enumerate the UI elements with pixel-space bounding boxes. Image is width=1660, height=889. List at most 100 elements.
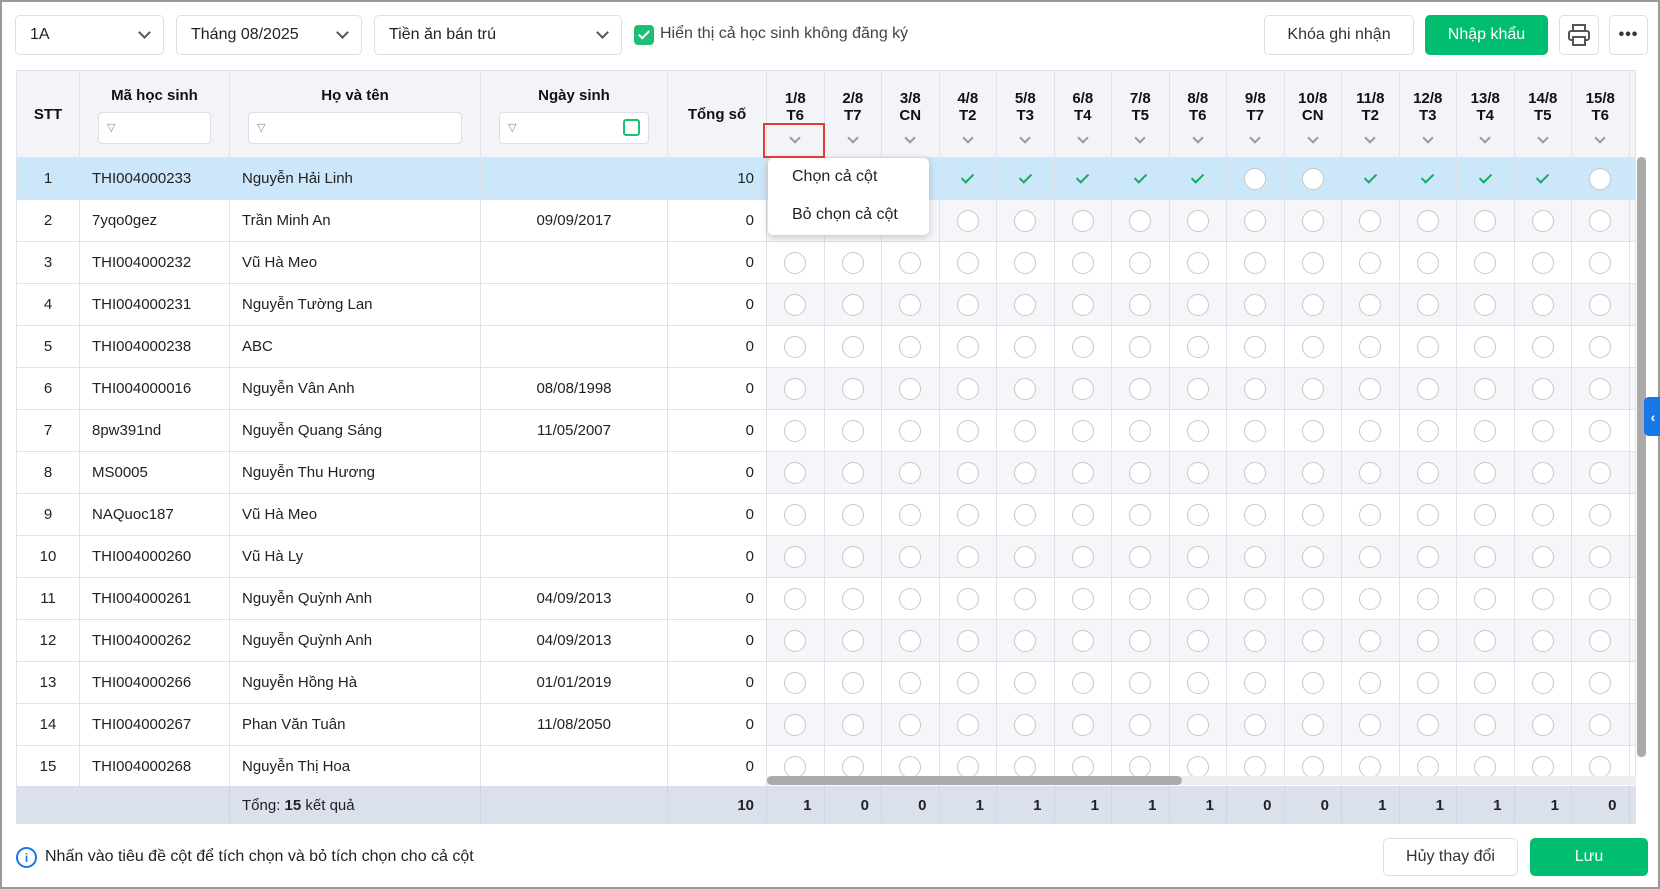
day-cell[interactable] bbox=[997, 368, 1055, 410]
day-cell[interactable] bbox=[1112, 662, 1170, 704]
empty-circle-icon[interactable] bbox=[1474, 209, 1497, 232]
empty-circle-icon[interactable] bbox=[899, 587, 922, 610]
day-cell[interactable] bbox=[882, 578, 940, 620]
empty-circle-icon[interactable] bbox=[1589, 419, 1612, 442]
empty-circle-icon[interactable] bbox=[1014, 629, 1037, 652]
day-cell[interactable] bbox=[1514, 620, 1572, 662]
horizontal-scrollbar[interactable] bbox=[767, 776, 1636, 785]
day-cell[interactable] bbox=[1514, 326, 1572, 368]
day-cell[interactable] bbox=[1629, 200, 1635, 242]
empty-circle-icon[interactable] bbox=[784, 671, 807, 694]
empty-circle-icon[interactable] bbox=[1071, 293, 1094, 316]
empty-circle-icon[interactable] bbox=[784, 335, 807, 358]
empty-circle-icon[interactable] bbox=[1014, 293, 1037, 316]
day-header[interactable]: 6/8 T4 bbox=[1054, 71, 1112, 158]
day-cell[interactable] bbox=[1112, 368, 1170, 410]
day-cell[interactable] bbox=[824, 620, 882, 662]
empty-circle-icon[interactable] bbox=[956, 461, 979, 484]
day-cell[interactable] bbox=[1629, 368, 1635, 410]
empty-circle-icon[interactable] bbox=[1474, 503, 1497, 526]
scroll-thumb[interactable] bbox=[767, 776, 1182, 785]
day-cell[interactable] bbox=[1399, 242, 1457, 284]
day-cell[interactable] bbox=[1227, 242, 1285, 284]
empty-circle-icon[interactable] bbox=[841, 587, 864, 610]
empty-circle-icon[interactable] bbox=[956, 209, 979, 232]
day-cell[interactable] bbox=[1457, 536, 1515, 578]
empty-circle-icon[interactable] bbox=[1589, 587, 1612, 610]
empty-circle-icon[interactable] bbox=[1014, 671, 1037, 694]
day-cell[interactable] bbox=[997, 410, 1055, 452]
chevron-down-icon[interactable] bbox=[1192, 132, 1204, 144]
empty-circle-icon[interactable] bbox=[899, 377, 922, 400]
day-cell[interactable] bbox=[1514, 200, 1572, 242]
empty-circle-icon[interactable] bbox=[784, 545, 807, 568]
day-cell[interactable] bbox=[1572, 284, 1630, 326]
day-cell[interactable] bbox=[1227, 452, 1285, 494]
day-cell[interactable] bbox=[997, 200, 1055, 242]
day-cell[interactable] bbox=[1514, 536, 1572, 578]
empty-circle-icon[interactable] bbox=[1071, 671, 1094, 694]
day-cell[interactable] bbox=[1054, 410, 1112, 452]
table-row[interactable]: 14 THI004000267 Phan Văn Tuân 11/08/2050 0 bbox=[17, 704, 1635, 746]
empty-circle-icon[interactable] bbox=[784, 587, 807, 610]
day-cell[interactable] bbox=[1227, 368, 1285, 410]
day-cell[interactable] bbox=[1054, 200, 1112, 242]
day-cell[interactable] bbox=[1342, 452, 1400, 494]
table-row[interactable]: 3 THI004000232 Vũ Hà Meo 0 bbox=[17, 242, 1635, 284]
empty-circle-icon[interactable] bbox=[1531, 671, 1554, 694]
day-cell[interactable] bbox=[939, 620, 997, 662]
day-cell[interactable] bbox=[882, 326, 940, 368]
day-cell[interactable] bbox=[1457, 326, 1515, 368]
empty-circle-icon[interactable] bbox=[1244, 251, 1267, 274]
day-cell[interactable] bbox=[1572, 242, 1630, 284]
empty-circle-icon[interactable] bbox=[1071, 251, 1094, 274]
cancel-changes-button[interactable]: Hủy thay đổi bbox=[1383, 838, 1518, 876]
chevron-down-icon[interactable] bbox=[1364, 132, 1376, 144]
day-cell[interactable] bbox=[1457, 368, 1515, 410]
day-cell[interactable] bbox=[767, 410, 825, 452]
day-header[interactable]: 4/8 T2 bbox=[939, 71, 997, 158]
empty-circle-icon[interactable] bbox=[841, 293, 864, 316]
day-cell[interactable] bbox=[882, 536, 940, 578]
day-cell[interactable] bbox=[1054, 662, 1112, 704]
empty-circle-icon[interactable] bbox=[1071, 209, 1094, 232]
empty-circle-icon[interactable] bbox=[1589, 461, 1612, 484]
day-cell[interactable] bbox=[1169, 410, 1227, 452]
empty-circle-icon[interactable] bbox=[1071, 587, 1094, 610]
day-cell[interactable] bbox=[1342, 494, 1400, 536]
empty-circle-icon[interactable] bbox=[1071, 335, 1094, 358]
day-cell[interactable] bbox=[1284, 158, 1342, 200]
day-header[interactable]: 15/8 T6 bbox=[1572, 71, 1630, 158]
empty-circle-icon[interactable] bbox=[1301, 377, 1324, 400]
empty-circle-icon[interactable] bbox=[1186, 419, 1209, 442]
empty-circle-icon[interactable] bbox=[1359, 755, 1382, 778]
day-cell[interactable] bbox=[939, 200, 997, 242]
empty-circle-icon[interactable] bbox=[1014, 419, 1037, 442]
empty-circle-icon[interactable] bbox=[1589, 545, 1612, 568]
day-cell[interactable] bbox=[767, 284, 825, 326]
empty-circle-icon[interactable] bbox=[1244, 293, 1267, 316]
empty-circle-icon[interactable] bbox=[1129, 209, 1152, 232]
import-button[interactable]: Nhập khẩu bbox=[1425, 15, 1548, 55]
day-cell[interactable] bbox=[1284, 620, 1342, 662]
empty-circle-icon[interactable] bbox=[1071, 503, 1094, 526]
empty-circle-icon[interactable] bbox=[1589, 293, 1612, 316]
menu-item-deselect-all[interactable]: Bỏ chọn cả cột bbox=[768, 196, 929, 234]
empty-circle-icon[interactable] bbox=[841, 461, 864, 484]
empty-circle-icon[interactable] bbox=[1186, 461, 1209, 484]
empty-circle-icon[interactable] bbox=[1301, 419, 1324, 442]
day-cell[interactable] bbox=[1112, 200, 1170, 242]
chevron-down-icon[interactable] bbox=[847, 132, 859, 144]
empty-circle-icon[interactable] bbox=[1301, 293, 1324, 316]
empty-circle-icon[interactable] bbox=[899, 713, 922, 736]
day-cell[interactable] bbox=[1572, 494, 1630, 536]
day-cell[interactable] bbox=[824, 242, 882, 284]
day-cell[interactable] bbox=[1629, 578, 1635, 620]
day-cell[interactable] bbox=[1514, 452, 1572, 494]
empty-circle-icon[interactable] bbox=[1301, 713, 1324, 736]
print-button[interactable] bbox=[1559, 15, 1599, 55]
empty-circle-icon[interactable] bbox=[956, 629, 979, 652]
table-row[interactable]: 8 MS0005 Nguyễn Thu Hương 0 bbox=[17, 452, 1635, 494]
day-cell[interactable] bbox=[997, 578, 1055, 620]
day-cell[interactable] bbox=[1342, 326, 1400, 368]
